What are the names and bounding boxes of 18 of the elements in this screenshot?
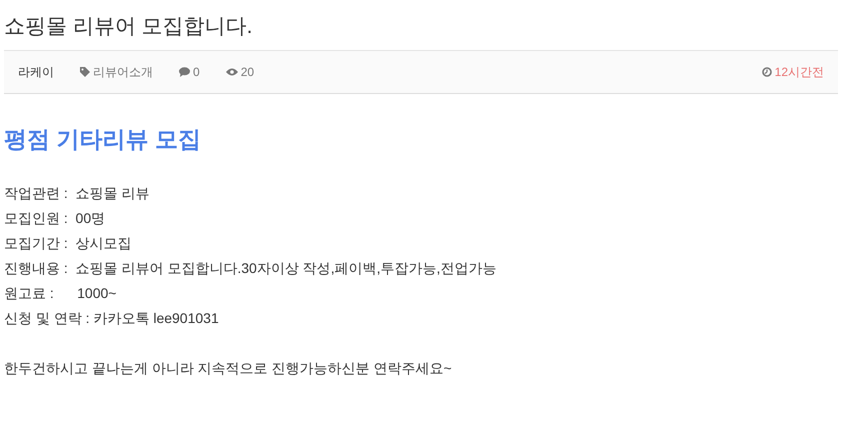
content-line: 원고료 : 1000~ [4,284,118,303]
clock-icon [762,67,772,77]
comment-icon [179,67,190,77]
content-line: 모집인원 : 00명 [4,209,106,228]
content-line: 모집기간 : 상시모집 [4,234,133,253]
eye-icon [226,68,238,76]
view-count: 20 [240,65,254,79]
comment-count: 0 [193,65,200,79]
content-line: 작업관련 : 쇼핑몰 리뷰 [4,184,150,203]
category-link[interactable]: 리뷰어소개 [93,64,153,80]
content-line: 진행내용 : 쇼핑몰 리뷰어 모집합니다.30자이상 작성,페이백,투잡가능,전업가능 [4,259,498,278]
content-line: 신청 및 연락 : 카카오톡 lee901031 [4,309,220,328]
post-time: 12시간전 [774,64,824,80]
tag-icon [80,67,90,77]
content-heading: 평점 기타리뷰 모집 [4,125,202,154]
author-link[interactable]: 라케이 [18,64,54,80]
content-line: 한두건하시고 끝나는게 아니라 지속적으로 진행가능하신분 연락주세요~ [4,359,453,378]
post-title: 쇼핑몰 리뷰어 모집합니다. [4,14,254,40]
